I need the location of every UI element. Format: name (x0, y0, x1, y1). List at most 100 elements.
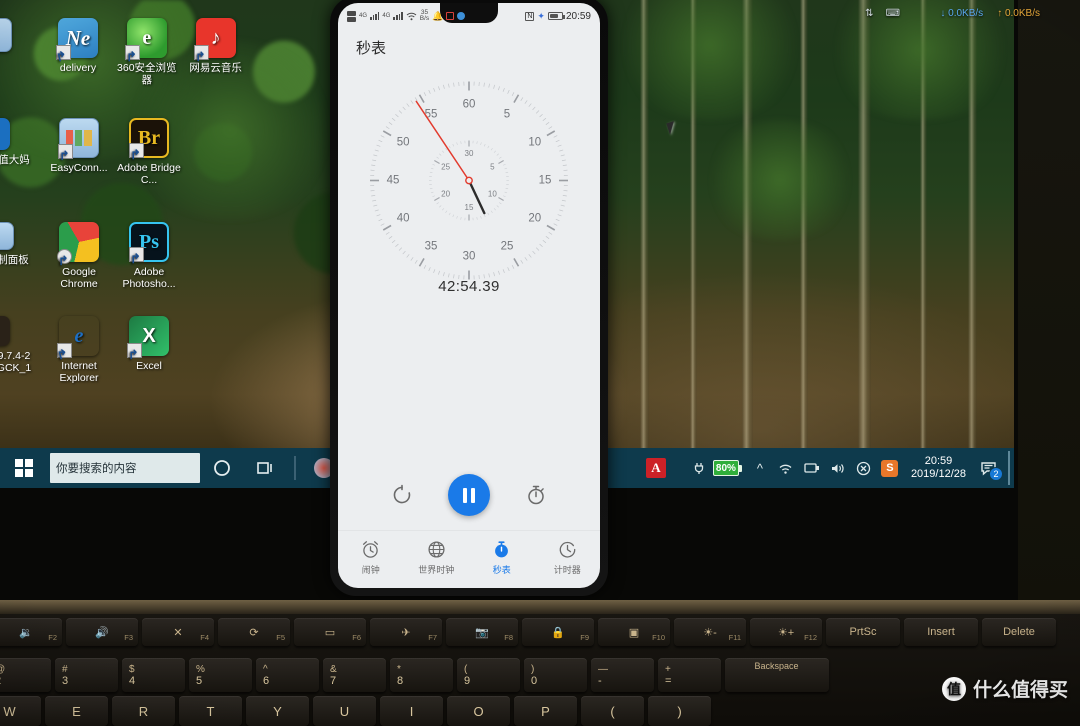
refresh-key[interactable]: ⟳F5 (218, 618, 290, 646)
key--[interactable]: —- (591, 658, 654, 692)
key-7[interactable]: &7 (323, 658, 386, 692)
key-O[interactable]: O (447, 696, 510, 726)
display-button[interactable] (799, 448, 825, 488)
desktop-icon-360-browser[interactable]: e 360安全浏览器 (112, 18, 181, 86)
desktop-icon-label: 制面板 (0, 254, 36, 266)
desktop-icon-partial-left[interactable] (0, 18, 24, 86)
display-switch-key[interactable]: ▣F10 (598, 618, 670, 646)
touchpad-key[interactable]: ▭F6 (294, 618, 366, 646)
nav-item-world-clock[interactable]: 世界时钟 (407, 540, 465, 576)
status-bar-left: 4G 4G 35 B/s 🔔 (347, 10, 465, 22)
key-8[interactable]: *8 (390, 658, 453, 692)
show-hidden-icons-button[interactable]: ^ (747, 448, 773, 488)
cortana-button[interactable] (200, 448, 244, 488)
brightness-down-key[interactable]: ☀-F11 (674, 618, 746, 646)
laptop-hinge (0, 600, 1080, 614)
battery-status-badge[interactable]: 80% (713, 460, 739, 476)
desktop-icon-internet-explorer[interactable]: e Internet Explorer (44, 316, 114, 384)
sim1-network-label: 4G (359, 13, 367, 19)
sogou-ime-button[interactable]: S (877, 448, 903, 488)
insert-key[interactable]: Insert (904, 618, 978, 646)
key-T[interactable]: T (179, 696, 242, 726)
desktop-icon-adobe-bridge[interactable]: Br Adobe Bridge C... (114, 118, 184, 186)
nav-item-timer[interactable]: 计时器 (538, 540, 596, 576)
airplane-mode-key[interactable]: ✈F7 (370, 618, 442, 646)
download-speed-value: 0.0KB/s (948, 8, 983, 19)
cortana-circle-icon (213, 459, 231, 477)
download-speed: ↓ 0.0KB/s (940, 8, 983, 19)
desktop-icon-google-chrome[interactable]: Google Chrome (44, 222, 114, 290)
mic-mute-key[interactable]: ✕F4 (142, 618, 214, 646)
key-I[interactable]: I (380, 696, 443, 726)
backspace-key[interactable]: Backspace (725, 658, 829, 692)
signal-bars-1-icon (370, 12, 379, 20)
task-view-button[interactable] (244, 448, 288, 488)
bluetooth-icon: ✦ (537, 11, 545, 22)
desktop-icon-control-panel[interactable]: 制面板 (0, 222, 36, 290)
desktop-icon-delivery[interactable]: Ne delivery (44, 18, 113, 86)
wifi-button[interactable] (773, 448, 799, 488)
nav-item-stopwatch[interactable]: 秒表 (473, 540, 531, 576)
print-screen-key[interactable]: PrtSc (826, 618, 900, 646)
search-input[interactable]: 你要搜索的内容 (50, 453, 200, 483)
phone-clock: 20:59 (566, 11, 591, 22)
key-=[interactable]: += (658, 658, 721, 692)
acrobat-tray-button[interactable]: A (641, 448, 671, 488)
nav-item-alarm[interactable]: 闹钟 (342, 540, 400, 576)
key-0[interactable]: )0 (524, 658, 587, 692)
key-base-label: 0 (531, 675, 537, 687)
network-speed-overlay: ↓ 0.0KB/s ↑ 0.0KB/s (940, 8, 1040, 19)
key-P[interactable]: P (514, 696, 577, 726)
pause-button[interactable] (448, 474, 490, 516)
brightness-up-key[interactable]: ☀+F12 (750, 618, 822, 646)
bell-icon: 🔔 (432, 11, 443, 22)
volume-down-key[interactable]: 🔉F2 (0, 618, 62, 646)
nav-item-label: 闹钟 (362, 565, 380, 575)
key-shift-label: * (397, 664, 401, 675)
volume-button[interactable] (825, 448, 851, 488)
system-tray: A 80% ^ (641, 448, 1014, 488)
lap-reset-button[interactable] (389, 482, 415, 508)
desktop-icon-netease-music[interactable]: ♪ 网易云音乐 (181, 18, 250, 86)
key-6[interactable]: ^6 (256, 658, 319, 692)
taskbar-clock[interactable]: 20:59 2019/12/28 (903, 455, 974, 481)
desktop-icon-gck-folder[interactable]: 9.7.4-2 GCK_1 (0, 316, 36, 384)
key-glyph: ✕ (173, 626, 182, 639)
key-4[interactable]: $4 (122, 658, 185, 692)
circle-x-button[interactable] (851, 448, 877, 488)
key-Y[interactable]: Y (246, 696, 309, 726)
action-center-button[interactable]: 2 (974, 448, 1004, 488)
key-fn-label: F8 (504, 633, 513, 642)
key-U[interactable]: U (313, 696, 376, 726)
camera-key[interactable]: 📷F8 (446, 618, 518, 646)
key-3[interactable]: #3 (55, 658, 118, 692)
control-panel-icon (0, 222, 14, 250)
delete-key[interactable]: Delete (982, 618, 1056, 646)
key-9[interactable]: (9 (457, 658, 520, 692)
svg-text:10: 10 (488, 190, 497, 199)
volume-up-key[interactable]: 🔊F3 (66, 618, 138, 646)
lock-key[interactable]: 🔒F9 (522, 618, 594, 646)
key-([interactable]: ( (581, 696, 644, 726)
sogou-icon: S (881, 460, 898, 477)
power-plug-button[interactable] (687, 448, 713, 488)
key-)[interactable]: ) (648, 696, 711, 726)
show-desktop-button[interactable] (1008, 451, 1010, 485)
key-W[interactable]: W (0, 696, 41, 726)
unknown-icon (0, 18, 12, 52)
start-button[interactable] (0, 448, 48, 488)
key-E[interactable]: E (45, 696, 108, 726)
svg-text:20: 20 (441, 190, 450, 199)
watermark: 值 什么值得买 (942, 675, 1068, 702)
stopwatch-mode-button[interactable] (523, 482, 549, 508)
key-5[interactable]: %5 (189, 658, 252, 692)
key-R[interactable]: R (112, 696, 175, 726)
key-2[interactable]: @2 (0, 658, 51, 692)
screenshot-scene: Ne delivery e 360安全浏览器 ♪ 网易云音乐 值大妈 EasyC… (0, 0, 1080, 720)
desktop-icon-label: EasyConn... (50, 162, 107, 174)
desktop-icon-easyconnect[interactable]: EasyConn... (44, 118, 114, 186)
elapsed-time-display: 42:54.39 (338, 278, 600, 295)
desktop-icon-smzdm[interactable]: 值大妈 (0, 118, 36, 186)
desktop-icon-excel[interactable]: X Excel (114, 316, 184, 384)
desktop-icon-adobe-photoshop[interactable]: Ps Adobe Photosho... (114, 222, 184, 290)
